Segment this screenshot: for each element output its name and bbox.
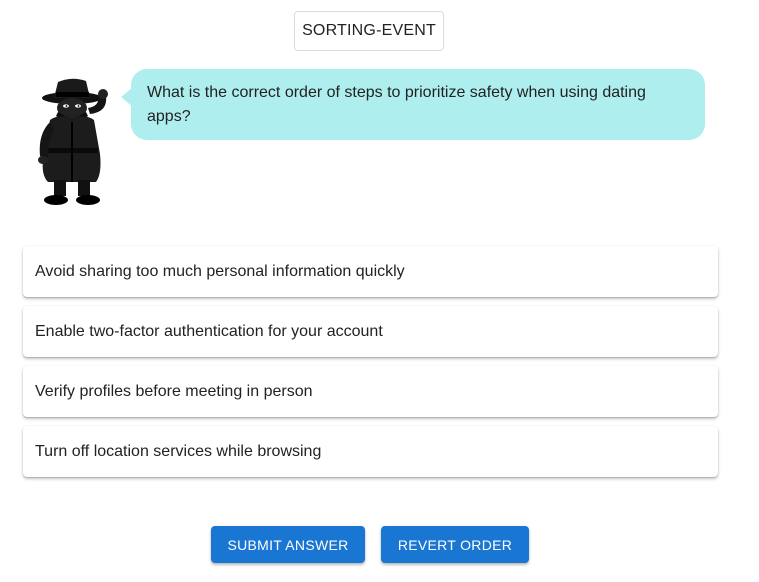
sortable-option[interactable]: Enable two-factor authentication for you… xyxy=(23,306,718,357)
question-text: What is the correct order of steps to pr… xyxy=(147,84,646,125)
revert-order-button[interactable]: REVERT ORDER xyxy=(381,526,529,563)
spy-detective-icon xyxy=(28,74,120,206)
sortable-option[interactable]: Verify profiles before meeting in person xyxy=(23,366,718,417)
sortable-options-list: Avoid sharing too much personal informat… xyxy=(23,246,718,486)
submit-answer-button[interactable]: SUBMIT ANSWER xyxy=(211,526,365,563)
option-label: Avoid sharing too much personal informat… xyxy=(35,262,405,280)
sortable-option[interactable]: Avoid sharing too much personal informat… xyxy=(23,246,718,297)
sorting-event-page: SORTING-EVENT What is the correct order … xyxy=(0,0,759,582)
question-bubble: What is the correct order of steps to pr… xyxy=(121,69,705,140)
option-label: Turn off location services while browsin… xyxy=(35,442,322,460)
action-buttons: SUBMIT ANSWER REVERT ORDER xyxy=(211,526,529,563)
event-type-badge: SORTING-EVENT xyxy=(294,11,444,51)
option-label: Enable two-factor authentication for you… xyxy=(35,322,383,340)
sortable-option[interactable]: Turn off location services while browsin… xyxy=(23,426,718,477)
option-label: Verify profiles before meeting in person xyxy=(35,382,313,400)
